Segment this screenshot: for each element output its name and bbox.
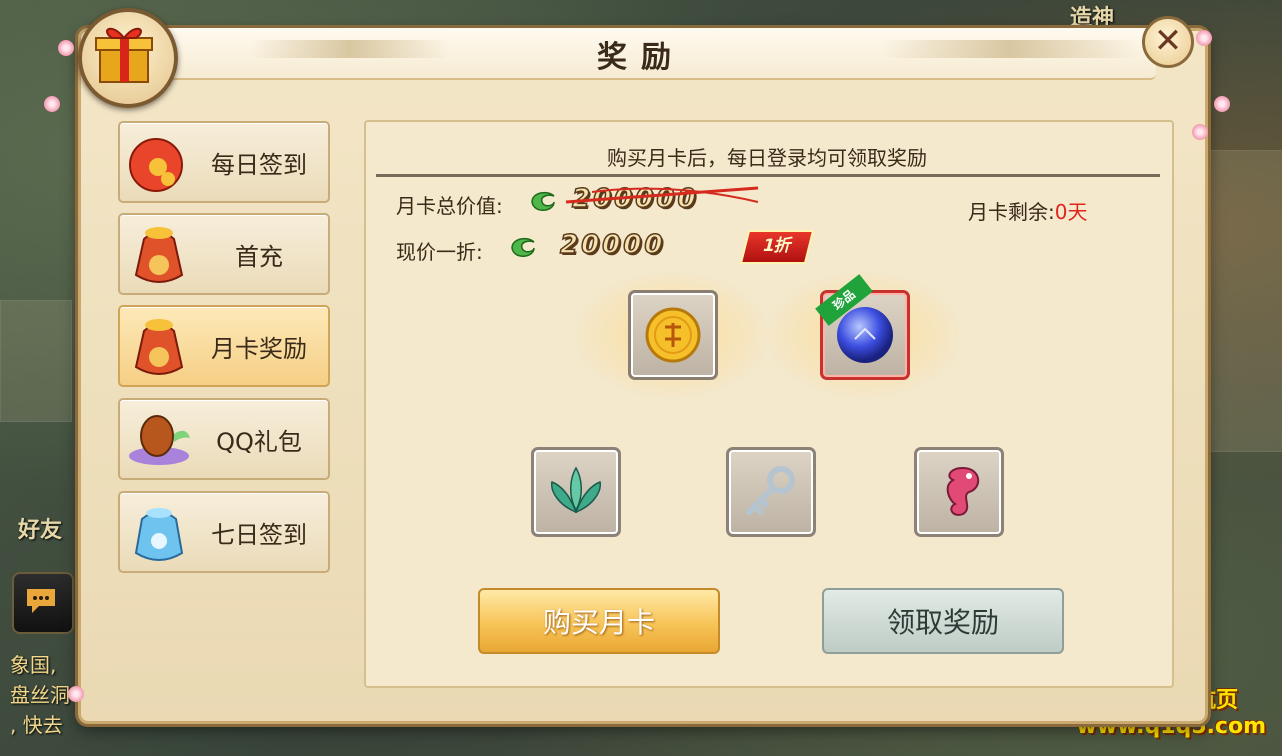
total-value-label: 月卡总价值: — [396, 194, 503, 218]
blossom-decoration — [68, 686, 84, 702]
chat-line: 象国, — [10, 653, 57, 677]
blossom-decoration — [1192, 124, 1208, 140]
current-price-label: 现价一折: — [396, 240, 483, 264]
sidebar-item-first-recharge[interactable]: 首充 — [118, 213, 330, 295]
remaining-value: 0天 — [1054, 200, 1088, 224]
reward-slot-gold-coin[interactable] — [628, 290, 718, 380]
blue-bag-icon — [134, 508, 184, 561]
sidebar-item-label: 月卡奖励 — [211, 334, 307, 363]
reward-slot-key[interactable] — [726, 447, 816, 537]
egg-icon — [129, 415, 190, 465]
divider — [376, 174, 1160, 177]
discount-badge: 1折 — [739, 230, 815, 264]
scene-text: 好友 — [18, 518, 63, 543]
blossom-decoration — [1214, 96, 1230, 112]
claim-reward-button[interactable]: 领取奖励 — [822, 588, 1064, 654]
sidebar-item-seven-day-signin[interactable]: 七日签到 — [118, 491, 330, 573]
monthly-card-notice: 购买月卡后，每日登录均可领取奖励 — [607, 146, 927, 170]
jade-currency-icon — [511, 237, 535, 257]
red-pouch-icon — [129, 138, 183, 192]
seahorse-icon — [946, 466, 979, 516]
price-strikethrough — [565, 186, 759, 204]
gold-coin-icon — [645, 307, 701, 363]
blossom-decoration — [44, 96, 60, 112]
scene-tile — [0, 300, 72, 422]
blossom-decoration — [1196, 30, 1212, 46]
chat-button[interactable] — [12, 572, 74, 634]
buy-monthly-card-button[interactable]: 购买月卡 — [478, 588, 720, 654]
scene-tile — [1210, 150, 1282, 452]
jade-currency-icon — [531, 191, 555, 211]
reward-slot-seahorse[interactable] — [914, 447, 1004, 537]
sidebar-item-monthly-card[interactable]: 月卡奖励 — [118, 305, 330, 387]
chat-bubble-icon — [27, 589, 55, 613]
current-price-number: 20000 — [559, 229, 666, 261]
key-icon — [746, 466, 795, 515]
dialog-title: 奖励 — [597, 40, 685, 75]
close-x-icon: ✕ — [1153, 21, 1183, 61]
sidebar-item-label: QQ礼包 — [216, 427, 302, 456]
sidebar-item-label: 首充 — [235, 242, 283, 271]
reward-slot-lotus[interactable] — [531, 447, 621, 537]
remaining-label: 月卡剩余: — [968, 200, 1055, 224]
green-lotus-icon — [551, 466, 601, 514]
gift-box-icon — [78, 8, 178, 108]
lucky-bag-icon — [134, 227, 184, 283]
chat-log: 象国, 盘丝洞 , 快去 — [10, 650, 70, 740]
sidebar-item-label: 七日签到 — [211, 520, 307, 549]
remaining-days: 月卡剩余:0天 — [968, 196, 1087, 225]
blossom-decoration — [58, 40, 74, 56]
close-button[interactable]: ✕ — [1142, 16, 1194, 68]
sidebar-item-qq-gift[interactable]: QQ礼包 — [118, 398, 330, 480]
chat-line: 盘丝洞 — [10, 683, 70, 707]
sidebar-item-daily-signin[interactable]: 每日签到 — [118, 121, 330, 203]
chat-line: , 快去 — [10, 713, 63, 737]
lucky-bag-icon — [134, 319, 184, 375]
sidebar-item-label: 每日签到 — [211, 150, 307, 179]
